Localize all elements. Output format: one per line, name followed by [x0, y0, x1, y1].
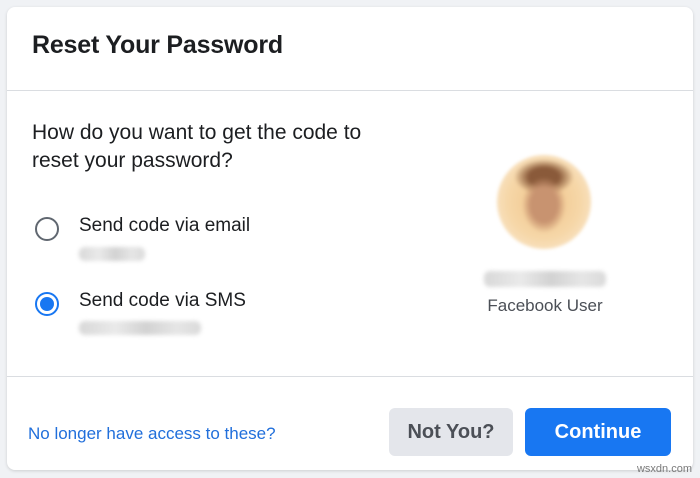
reset-password-dialog: Reset Your Password How do you want to g…: [7, 7, 693, 470]
no-access-link[interactable]: No longer have access to these?: [28, 424, 276, 444]
redacted-email-address: [79, 247, 145, 261]
email-option-label: Send code via email: [79, 215, 251, 236]
email-radio-button[interactable]: [35, 217, 59, 241]
user-caption: Facebook User: [487, 296, 603, 315]
dialog-title: Reset Your Password: [32, 31, 283, 59]
redacted-user-name: [484, 271, 606, 287]
code-delivery-question: How do you want to get the code to reset…: [32, 121, 362, 172]
continue-button[interactable]: Continue: [525, 408, 671, 456]
not-you-button[interactable]: Not You?: [389, 408, 513, 456]
sms-option-label: Send code via SMS: [79, 290, 246, 311]
dialog-footer: No longer have access to these? Not You?…: [7, 376, 693, 470]
redacted-phone-number: [79, 321, 201, 335]
avatar: [497, 155, 591, 249]
watermark: wsxdn.com: [636, 463, 692, 475]
sms-radio-button[interactable]: [35, 292, 59, 316]
dialog-header: Reset Your Password: [7, 7, 693, 91]
